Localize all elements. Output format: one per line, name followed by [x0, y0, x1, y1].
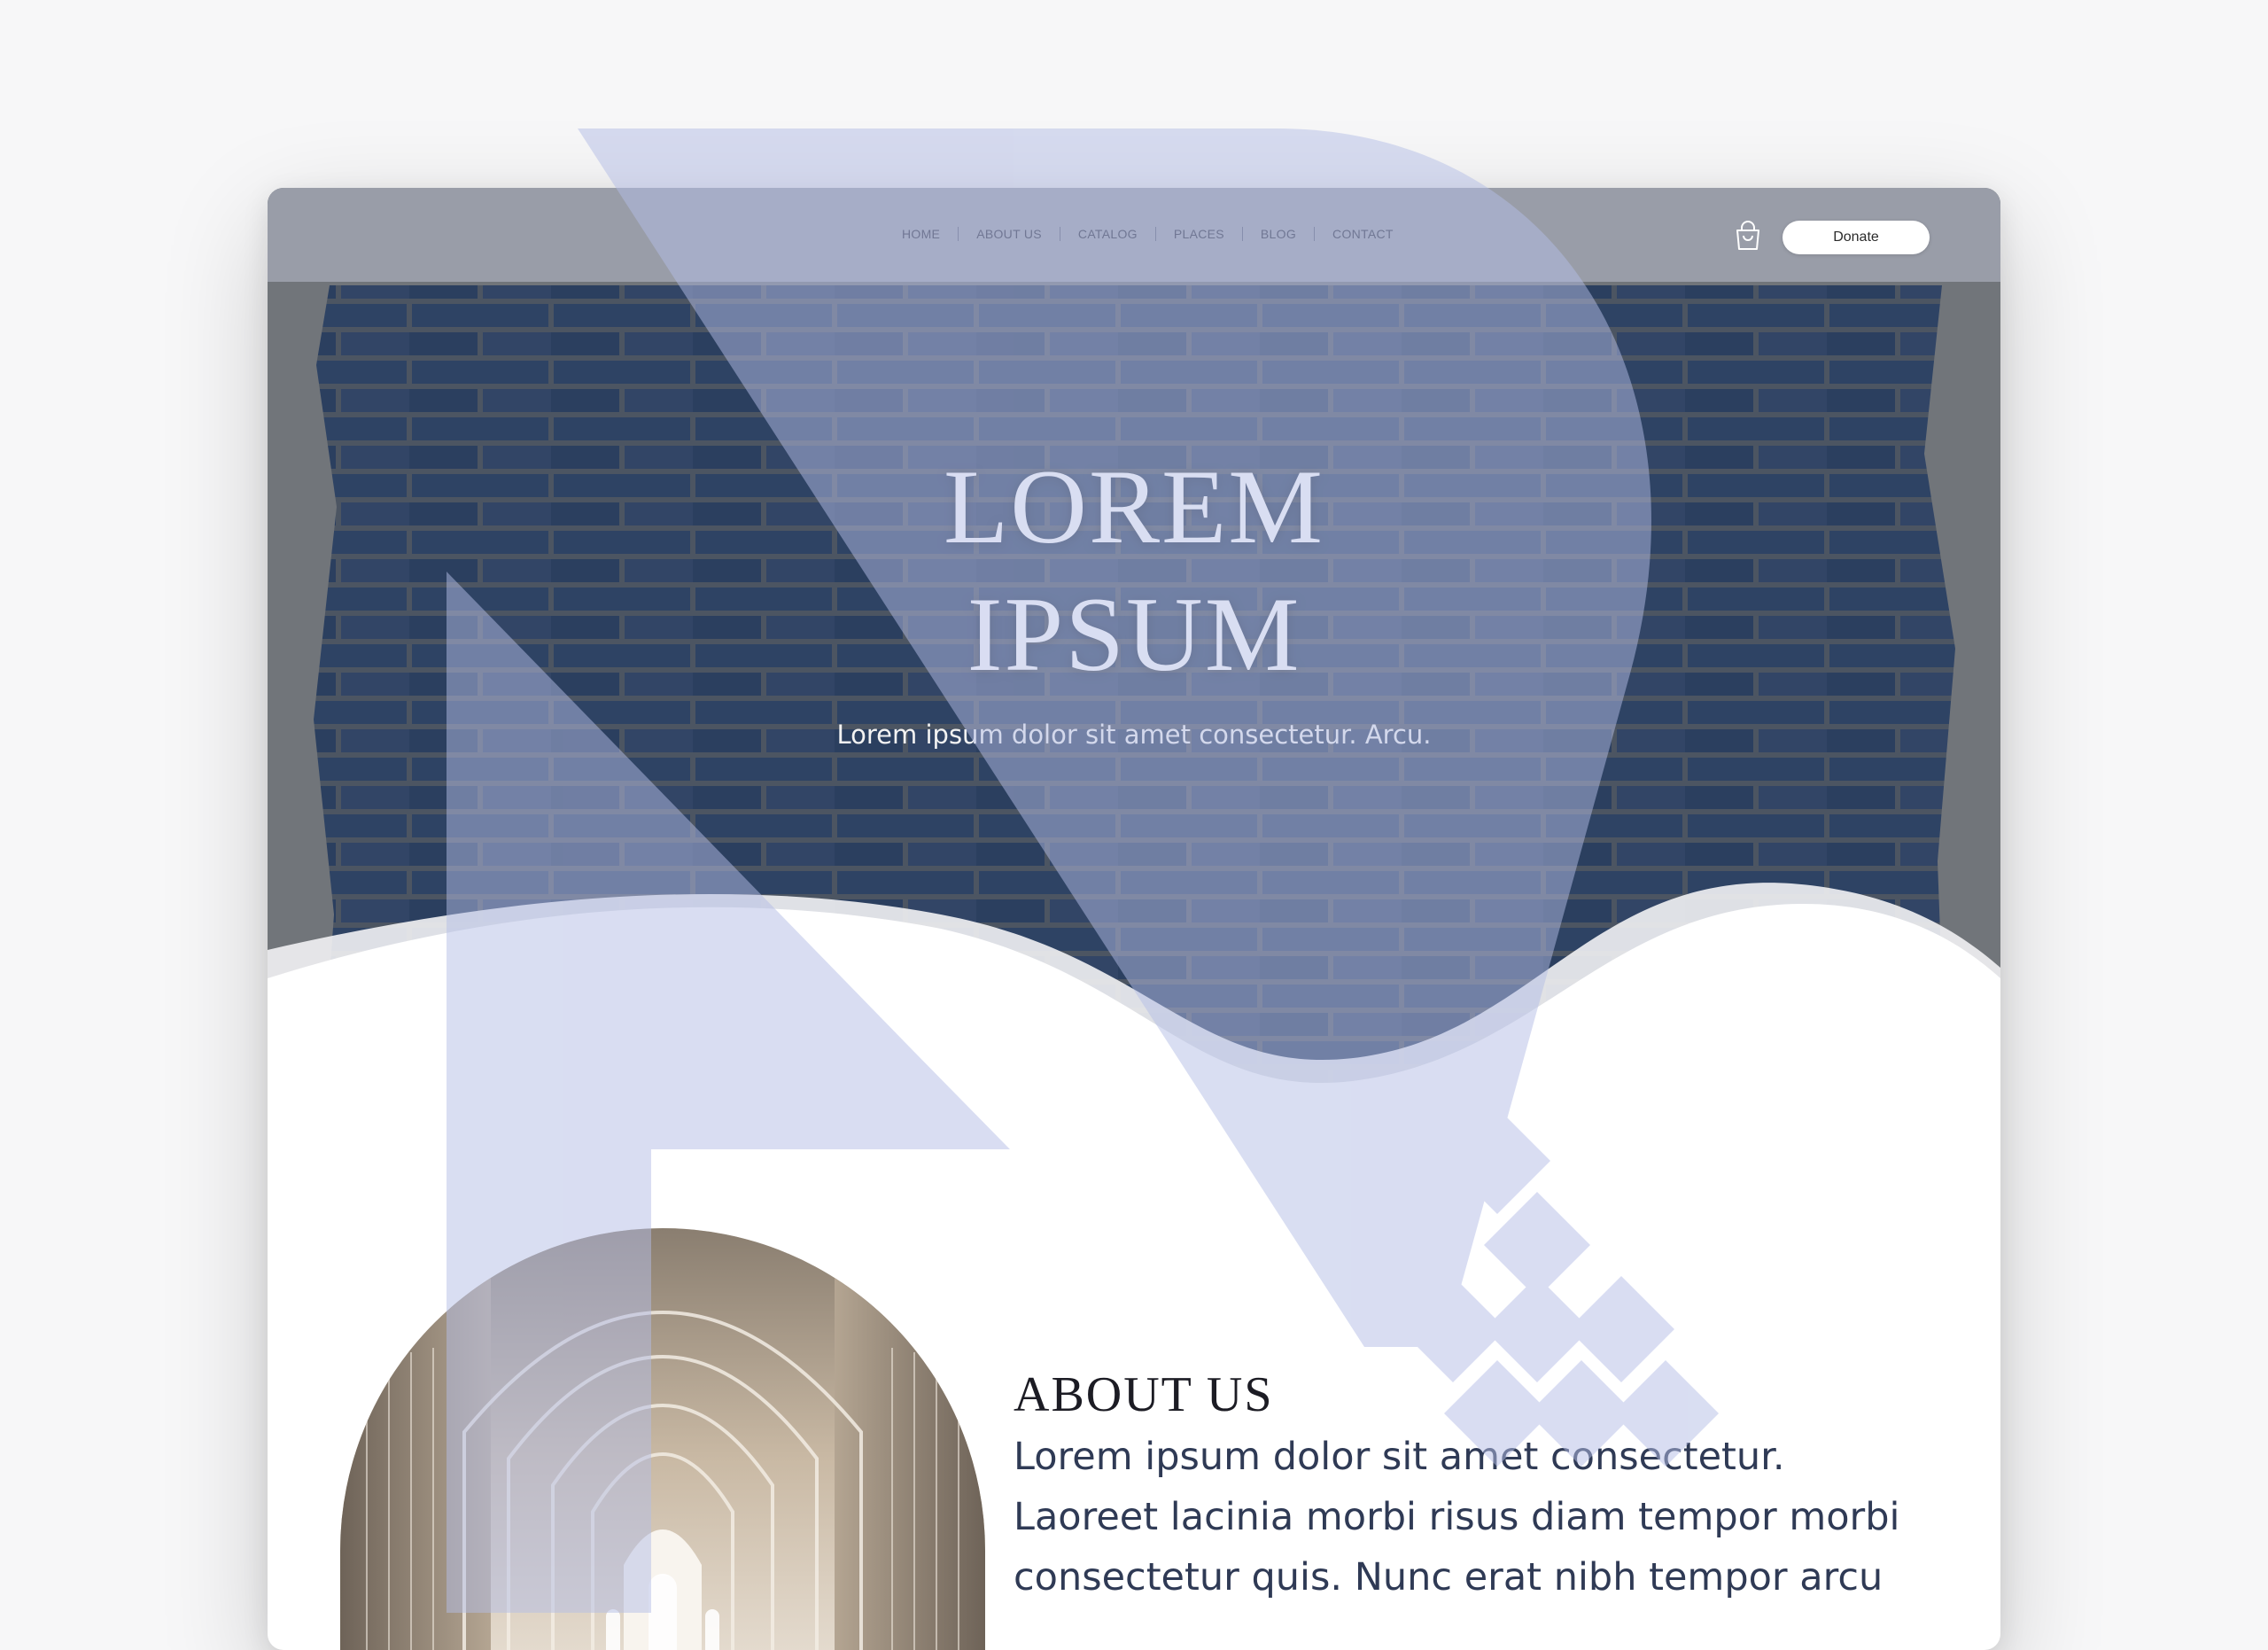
nav-divider [1314, 227, 1316, 241]
hero-title: LOREM IPSUM [268, 443, 2000, 698]
nav-divider [958, 227, 959, 241]
donate-button[interactable]: Donate [1783, 221, 1930, 254]
cathedral-interior-illustration [340, 1228, 985, 1650]
nav-item-contact[interactable]: CONTACT [1332, 227, 1394, 241]
hero-title-line-2: IPSUM [967, 575, 1301, 693]
hero-section: HOME ABOUT US CATALOG PLACES BLOG CONTAC… [268, 188, 2000, 1101]
navigation-bar: HOME ABOUT US CATALOG PLACES BLOG CONTAC… [268, 188, 2000, 282]
wave-divider [268, 883, 2000, 1101]
hero-subtitle: Lorem ipsum dolor sit amet consectetur. … [836, 720, 1432, 750]
main-nav: HOME ABOUT US CATALOG PLACES BLOG CONTAC… [902, 227, 1394, 241]
about-us-heading: ABOUT US [1014, 1367, 1274, 1422]
nav-item-catalog[interactable]: CATALOG [1078, 227, 1138, 241]
website-mockup-frame: HOME ABOUT US CATALOG PLACES BLOG CONTAC… [268, 188, 2000, 1650]
nav-divider [1154, 227, 1156, 241]
nav-divider [1241, 227, 1243, 241]
nav-item-places[interactable]: PLACES [1174, 227, 1224, 241]
hero-title-line-1: LOREM [944, 448, 1324, 565]
nav-item-home[interactable]: HOME [902, 227, 940, 241]
cathedral-arch-image [340, 1228, 985, 1650]
shopping-bag-icon[interactable] [1733, 220, 1763, 252]
nav-item-blog[interactable]: BLOG [1261, 227, 1296, 241]
nav-item-about-us[interactable]: ABOUT US [976, 227, 1042, 241]
about-us-text: Lorem ipsum dolor sit amet consectetur. … [1014, 1435, 1900, 1599]
